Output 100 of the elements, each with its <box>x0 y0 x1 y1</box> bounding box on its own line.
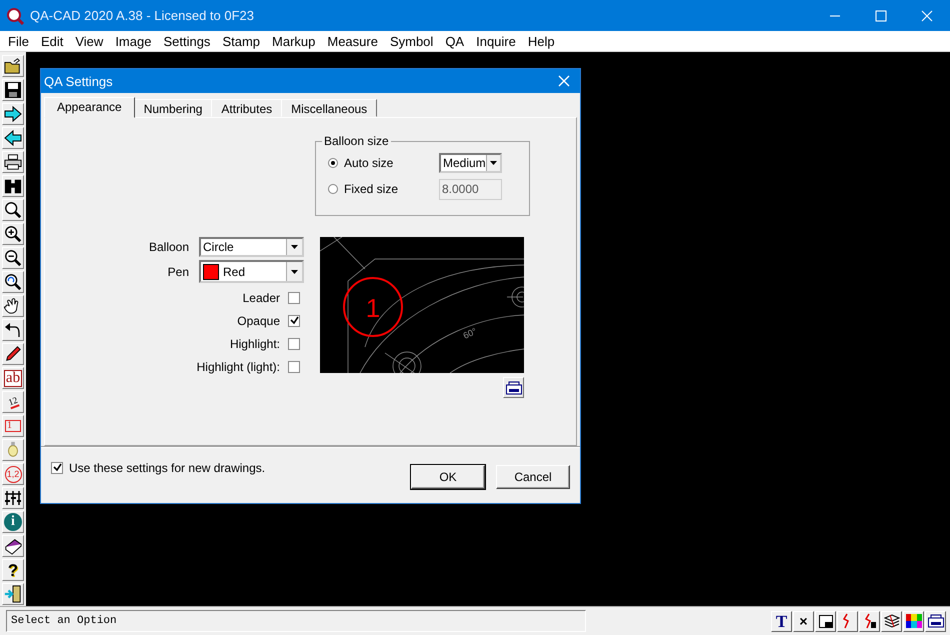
checkbox[interactable] <box>288 360 300 372</box>
angle-label: 60° <box>462 326 478 341</box>
menu-item[interactable]: Measure <box>321 34 384 48</box>
checkbox-label: Leader <box>242 290 280 304</box>
status-tool-button[interactable] <box>837 610 858 632</box>
dialog-title: QA Settings <box>44 74 113 88</box>
lightning-block-icon <box>862 613 876 629</box>
toolbar-button[interactable] <box>2 583 24 605</box>
sliders-icon <box>4 489 22 507</box>
help-icon: ? <box>8 562 18 578</box>
menu-item[interactable]: Image <box>109 34 158 48</box>
numbered-list-icon: 1 <box>5 420 21 432</box>
toolbar-button[interactable] <box>2 535 24 557</box>
radio-button[interactable] <box>328 158 338 168</box>
arrow-left-icon <box>4 129 22 147</box>
checkbox-label: Highlight: <box>230 336 280 350</box>
menu-item[interactable]: View <box>69 34 110 48</box>
toolbar-button[interactable] <box>2 151 24 173</box>
checkbox-label: Highlight (light): <box>196 360 280 374</box>
menu-item[interactable]: Help <box>522 34 561 48</box>
menu-item[interactable]: Symbol <box>384 34 440 48</box>
menu-item[interactable]: Inquire <box>470 34 522 48</box>
size-dropdown[interactable]: Medium <box>439 153 502 173</box>
toolbar-button[interactable]: ? <box>2 559 24 581</box>
balloon-dropdown[interactable]: Circle <box>199 237 304 257</box>
toolbar-button[interactable]: 12 <box>2 391 24 413</box>
toolbar-button[interactable] <box>2 271 24 293</box>
menu-item[interactable]: QA <box>439 34 470 48</box>
pen-dropdown[interactable]: Red <box>199 260 304 283</box>
toolbar-button[interactable] <box>2 319 24 341</box>
radio-button[interactable] <box>328 184 338 194</box>
checkbox[interactable] <box>288 338 300 350</box>
menu-item[interactable]: Stamp <box>216 34 266 48</box>
status-tool-button[interactable] <box>881 610 902 632</box>
tab[interactable]: Numbering <box>134 99 212 117</box>
close-icon[interactable] <box>558 75 570 87</box>
undo-arrow-icon <box>4 321 22 339</box>
toolbar-button[interactable] <box>2 223 24 245</box>
close-icon[interactable] <box>921 10 933 22</box>
toolbar-button[interactable] <box>2 175 24 197</box>
status-tool-button[interactable]: × <box>793 610 814 632</box>
radio-label: Auto size <box>344 156 394 170</box>
ok-button[interactable]: OK <box>411 465 485 489</box>
binoculars-icon <box>4 177 22 195</box>
printer-preview-icon <box>928 614 944 628</box>
checkbox[interactable] <box>288 314 300 326</box>
menu-item[interactable]: Edit <box>34 34 70 48</box>
folder-icon <box>4 57 22 75</box>
checkbox-label: Use these settings for new drawings. <box>69 460 266 474</box>
cancel-button[interactable]: Cancel <box>496 465 570 489</box>
tab[interactable]: Attributes <box>211 99 282 117</box>
toolbar-button[interactable]: 1 <box>2 415 24 437</box>
toolbar-button[interactable] <box>2 487 24 509</box>
status-text: Select an Option <box>6 610 586 632</box>
caret-icon <box>291 245 298 249</box>
menu-item[interactable]: Settings <box>157 34 216 48</box>
printer-icon <box>4 153 22 171</box>
magnifier-icon <box>4 201 22 219</box>
tab[interactable]: Appearance <box>44 97 135 118</box>
color-palette-icon <box>906 614 922 628</box>
status-tool-button[interactable] <box>815 610 836 632</box>
radio-label: Fixed size <box>344 182 400 196</box>
arrow-right-icon <box>4 105 22 123</box>
pen-label: Pen <box>168 264 189 278</box>
toolbar-button[interactable] <box>2 55 24 77</box>
exit-door-icon <box>4 585 22 603</box>
maximize-icon[interactable] <box>875 10 887 22</box>
toolbar-button[interactable] <box>2 103 24 125</box>
status-tool-button[interactable] <box>903 610 924 632</box>
zoom-in-icon <box>4 225 22 243</box>
window-title: QA-CAD 2020 A.38 - Licensed to 0F23 <box>30 8 254 23</box>
tab[interactable]: Miscellaneous <box>281 99 378 117</box>
zoom-previous-icon <box>4 273 22 291</box>
balloon-number: 1 <box>366 293 380 323</box>
toolbar-button[interactable] <box>2 79 24 101</box>
status-tool-button[interactable] <box>925 610 946 632</box>
preview-button[interactable] <box>503 377 524 398</box>
caret-icon <box>291 270 298 274</box>
toolbar-button[interactable] <box>2 199 24 221</box>
printer-preview-icon <box>506 380 522 394</box>
layers-icon <box>884 614 900 628</box>
pencil-icon <box>4 345 22 363</box>
window-icon <box>818 614 832 628</box>
caret-icon <box>490 161 497 165</box>
toolbar-button[interactable] <box>2 295 24 317</box>
text-tool-icon: T <box>776 612 788 630</box>
checkbox-label: Opaque <box>237 314 280 328</box>
toolbar-button[interactable] <box>2 127 24 149</box>
balloon-label: Balloon <box>148 240 189 254</box>
toolbar-button[interactable] <box>2 247 24 269</box>
checkbox[interactable] <box>51 462 63 474</box>
zoom-out-icon <box>4 249 22 267</box>
status-tool-button[interactable] <box>859 610 880 632</box>
menu-item[interactable]: File <box>2 34 35 48</box>
book-icon <box>4 537 22 555</box>
checkbox[interactable] <box>288 292 300 304</box>
menu-item[interactable]: Markup <box>266 34 322 48</box>
status-tool-button[interactable]: T <box>771 610 792 632</box>
close-icon: × <box>799 614 808 628</box>
toolbar-button[interactable] <box>2 343 24 365</box>
